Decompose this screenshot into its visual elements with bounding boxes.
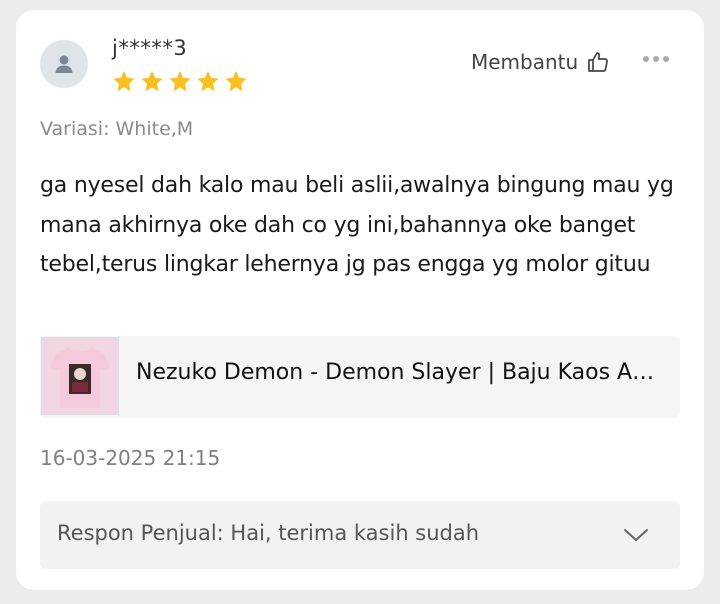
product-card[interactable]: Nezuko Demon - Demon Slayer | Baju Kaos … [40, 336, 680, 418]
star-icon [141, 70, 163, 92]
star-icon [197, 70, 219, 92]
user-icon [55, 55, 73, 73]
product-title: Nezuko Demon - Demon Slayer | Baju Kaos … [136, 360, 666, 385]
helpful-label: Membantu [471, 50, 579, 74]
seller-response[interactable]: Respon Penjual: Hai, terima kasih sudah [40, 501, 680, 569]
star-icon [225, 70, 247, 92]
product-thumbnail [41, 337, 119, 415]
star-icon [169, 70, 191, 92]
chevron-down-icon[interactable] [623, 525, 649, 545]
variant-label: Variasi: White,M [40, 118, 194, 140]
review-text: ga nyesel dah kalo mau beli aslii,awalny… [40, 173, 674, 277]
star-icon [113, 70, 135, 92]
review-card: j*****3 Membantu Variasi: White,M ga nye… [16, 10, 704, 590]
review-timestamp: 16-03-2025 21:15 [40, 446, 221, 470]
reviewer-username: j*****3 [112, 36, 188, 60]
helpful-button[interactable]: Membantu [471, 50, 610, 74]
star-rating [111, 69, 249, 95]
seller-response-text: Respon Penjual: Hai, terima kasih sudah [57, 521, 480, 545]
thumbs-up-icon [588, 52, 609, 72]
avatar[interactable] [40, 40, 88, 88]
more-options-icon[interactable] [643, 56, 669, 62]
